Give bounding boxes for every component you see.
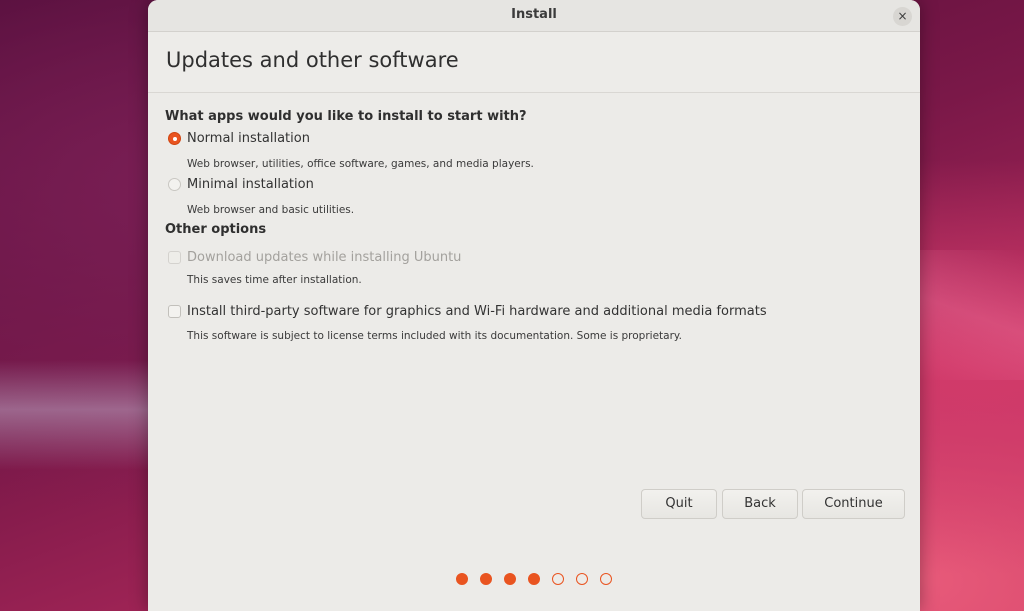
third-party-software-checkbox[interactable]: Install third-party software for graphic… [168,304,767,319]
page-header: Updates and other software [148,32,920,93]
progress-dots [456,573,624,585]
radio-unselected-icon[interactable] [168,178,181,191]
option-label: Minimal installation [187,177,314,192]
progress-dot-complete-icon [456,573,468,585]
close-button[interactable]: × [893,7,912,26]
page-content: What apps would you like to install to s… [148,93,920,611]
wallpaper-highlight-left [0,360,150,470]
progress-dot-pending-icon [576,573,588,585]
progress-dot-complete-icon [528,573,540,585]
option-label: Install third-party software for graphic… [187,304,767,319]
progress-dot-complete-icon [480,573,492,585]
download-updates-checkbox: Download updates while installing Ubuntu [168,250,461,265]
title-bar: Install × [148,0,920,32]
radio-selected-icon[interactable] [168,132,181,145]
other-options-heading: Other options [165,222,267,237]
minimal-installation-radio[interactable]: Minimal installation [168,177,314,192]
back-button[interactable]: Back [722,489,798,519]
option-description: This saves time after installation. [187,274,362,286]
wallpaper-highlight-right [920,250,1024,380]
progress-dot-complete-icon [504,573,516,585]
close-icon: × [897,9,908,23]
option-description: Web browser and basic utilities. [187,204,355,216]
continue-button[interactable]: Continue [802,489,905,519]
window-title: Install [511,7,557,22]
option-label: Normal installation [187,131,310,146]
option-description: Web browser, utilities, office software,… [187,158,534,170]
installer-window: Install × Updates and other software Wha… [148,0,920,611]
install-type-heading: What apps would you like to install to s… [165,109,527,124]
page-title: Updates and other software [166,48,459,72]
option-description: This software is subject to license term… [187,330,682,342]
normal-installation-radio[interactable]: Normal installation [168,131,310,146]
checkbox-disabled-icon [168,251,181,264]
checkbox-unchecked-icon[interactable] [168,305,181,318]
option-label: Download updates while installing Ubuntu [187,250,462,265]
progress-dot-pending-icon [552,573,564,585]
progress-dot-pending-icon [600,573,612,585]
quit-button[interactable]: Quit [641,489,717,519]
